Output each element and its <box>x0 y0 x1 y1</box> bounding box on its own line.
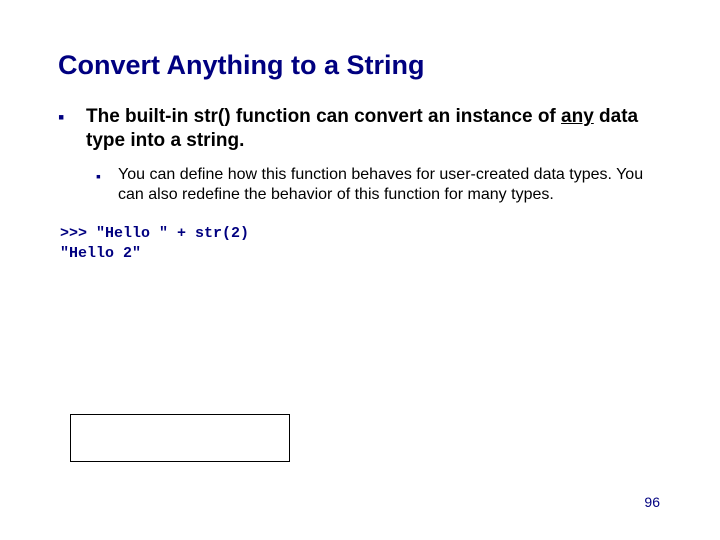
bullet-level2: ▪ You can define how this function behav… <box>96 165 662 207</box>
text-prefix: The built-in str() function can convert … <box>86 106 561 127</box>
square-bullet-icon: ▪ <box>96 165 118 207</box>
bullet-level1-text: The built-in str() function can convert … <box>86 105 662 153</box>
page-number: 96 <box>644 494 660 510</box>
empty-box <box>70 414 290 462</box>
square-bullet-icon: ▪ <box>58 105 86 153</box>
code-line-2: "Hello 2" <box>60 244 662 264</box>
bullet-level1: ▪ The built-in str() function can conver… <box>58 105 662 153</box>
slide-title: Convert Anything to a String <box>58 50 662 81</box>
code-example: >>> "Hello " + str(2) "Hello 2" <box>60 224 662 265</box>
code-line-1: >>> "Hello " + str(2) <box>60 224 662 244</box>
text-underlined: any <box>561 106 594 127</box>
bullet-level2-text: You can define how this function behaves… <box>118 165 662 207</box>
